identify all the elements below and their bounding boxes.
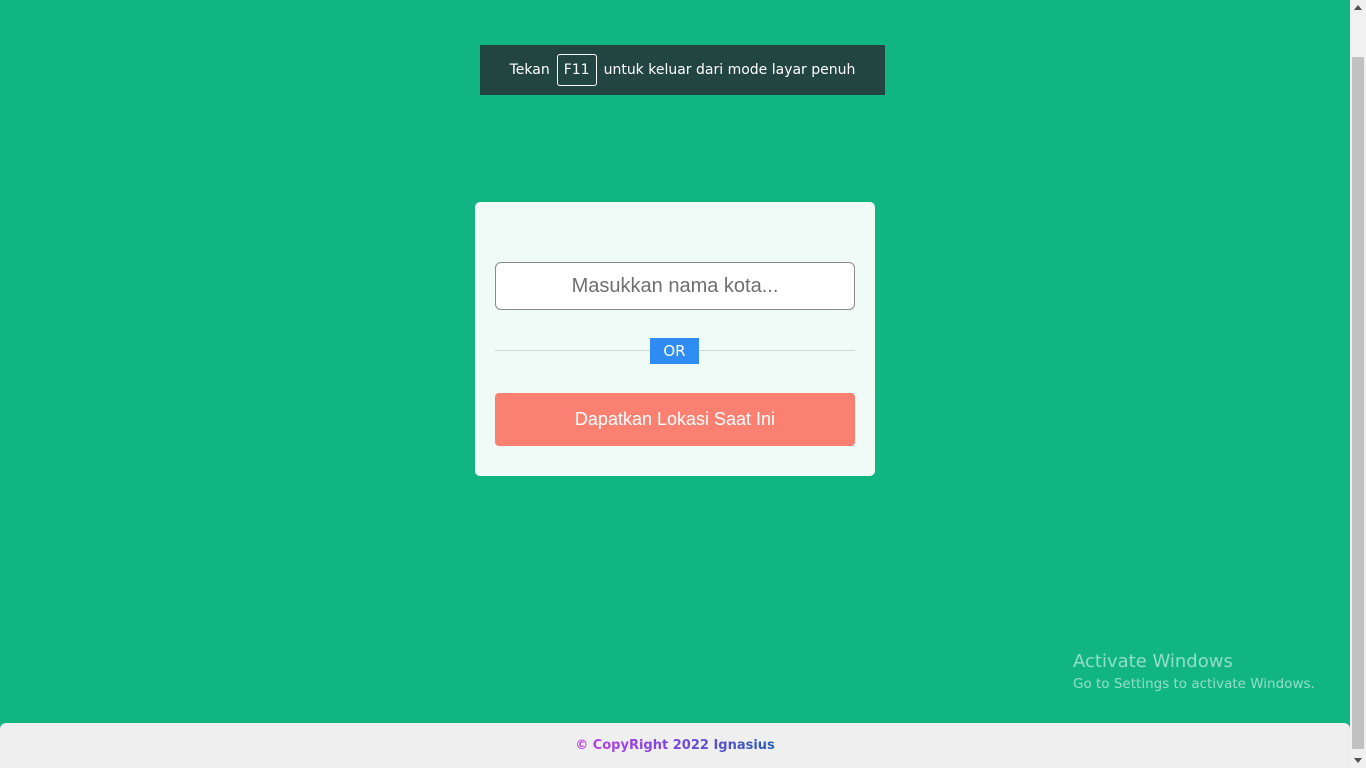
scroll-up-arrow-icon[interactable]: [1354, 5, 1362, 10]
notice-suffix: untuk keluar dari mode layar penuh: [603, 62, 856, 78]
watermark-title: Activate Windows: [1073, 651, 1233, 672]
scrollbar-thumb[interactable]: [1352, 57, 1364, 749]
scroll-down-arrow-icon[interactable]: [1354, 758, 1362, 763]
notice-prefix: Tekan: [509, 62, 550, 78]
vertical-scrollbar[interactable]: [1350, 0, 1366, 768]
copyright-text: © CopyRight 2022 Ignasius: [575, 738, 775, 753]
page-footer: © CopyRight 2022 Ignasius: [0, 723, 1350, 768]
city-search-input[interactable]: [495, 262, 855, 310]
get-current-location-button[interactable]: Dapatkan Lokasi Saat Ini: [495, 393, 855, 446]
fullscreen-exit-notice: Tekan F11 untuk keluar dari mode layar p…: [480, 45, 885, 95]
or-separator-label: OR: [650, 338, 699, 364]
activate-windows-watermark: Activate Windows Go to Settings to activ…: [1073, 650, 1315, 694]
weather-search-card: OR Dapatkan Lokasi Saat Ini: [475, 202, 875, 476]
watermark-subtitle: Go to Settings to activate Windows.: [1073, 676, 1315, 692]
f11-key-badge: F11: [556, 54, 597, 86]
